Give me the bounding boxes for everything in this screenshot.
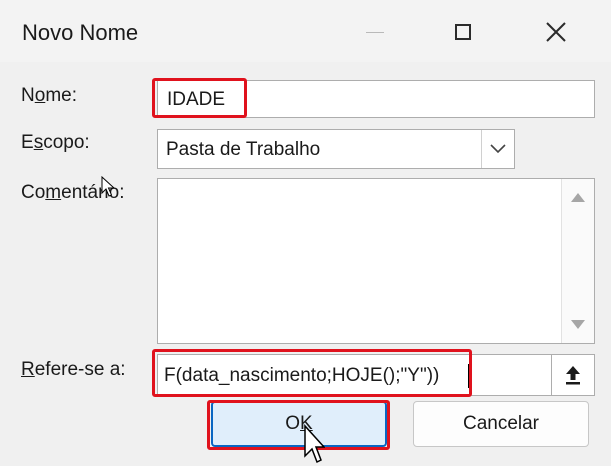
refers-to-value: F(data_nascimento;HOJE();"Y")) [164, 365, 440, 386]
close-icon [546, 22, 566, 42]
scope-select-value: Pasta de Trabalho [166, 139, 321, 160]
name-label: Nome: [21, 85, 77, 106]
mouse-pointer-icon [101, 176, 116, 197]
chevron-down-icon [490, 144, 506, 154]
maximize-button[interactable] [440, 12, 486, 52]
name-input[interactable]: IDADE [157, 80, 595, 118]
minimize-button[interactable] [352, 12, 398, 52]
name-input-value: IDADE [167, 89, 226, 110]
mouse-pointer-icon [304, 424, 325, 464]
comment-scrollbar[interactable] [561, 179, 594, 343]
comment-textarea[interactable] [157, 178, 595, 344]
scroll-down-icon[interactable] [571, 320, 585, 329]
collapse-dialog-button[interactable] [551, 354, 595, 396]
refers-to-input[interactable]: F(data_nascimento;HOJE();"Y")) [157, 354, 552, 396]
dialog-title: Novo Nome [22, 20, 139, 45]
scope-select[interactable]: Pasta de Trabalho [157, 129, 515, 169]
scope-label: Escopo: [21, 132, 90, 153]
maximize-icon [455, 24, 471, 40]
cancel-button[interactable]: Cancelar [413, 401, 589, 447]
minimize-icon [366, 31, 384, 33]
refers-to-label: Refere-se a: [21, 359, 126, 380]
scroll-up-icon[interactable] [571, 193, 585, 202]
ok-button[interactable]: OK [211, 401, 387, 447]
upload-arrow-icon [566, 366, 580, 385]
title-bar: Novo Nome [0, 0, 611, 62]
scope-dropdown-button[interactable] [481, 130, 514, 168]
text-caret [468, 364, 469, 388]
close-button[interactable] [533, 12, 579, 52]
